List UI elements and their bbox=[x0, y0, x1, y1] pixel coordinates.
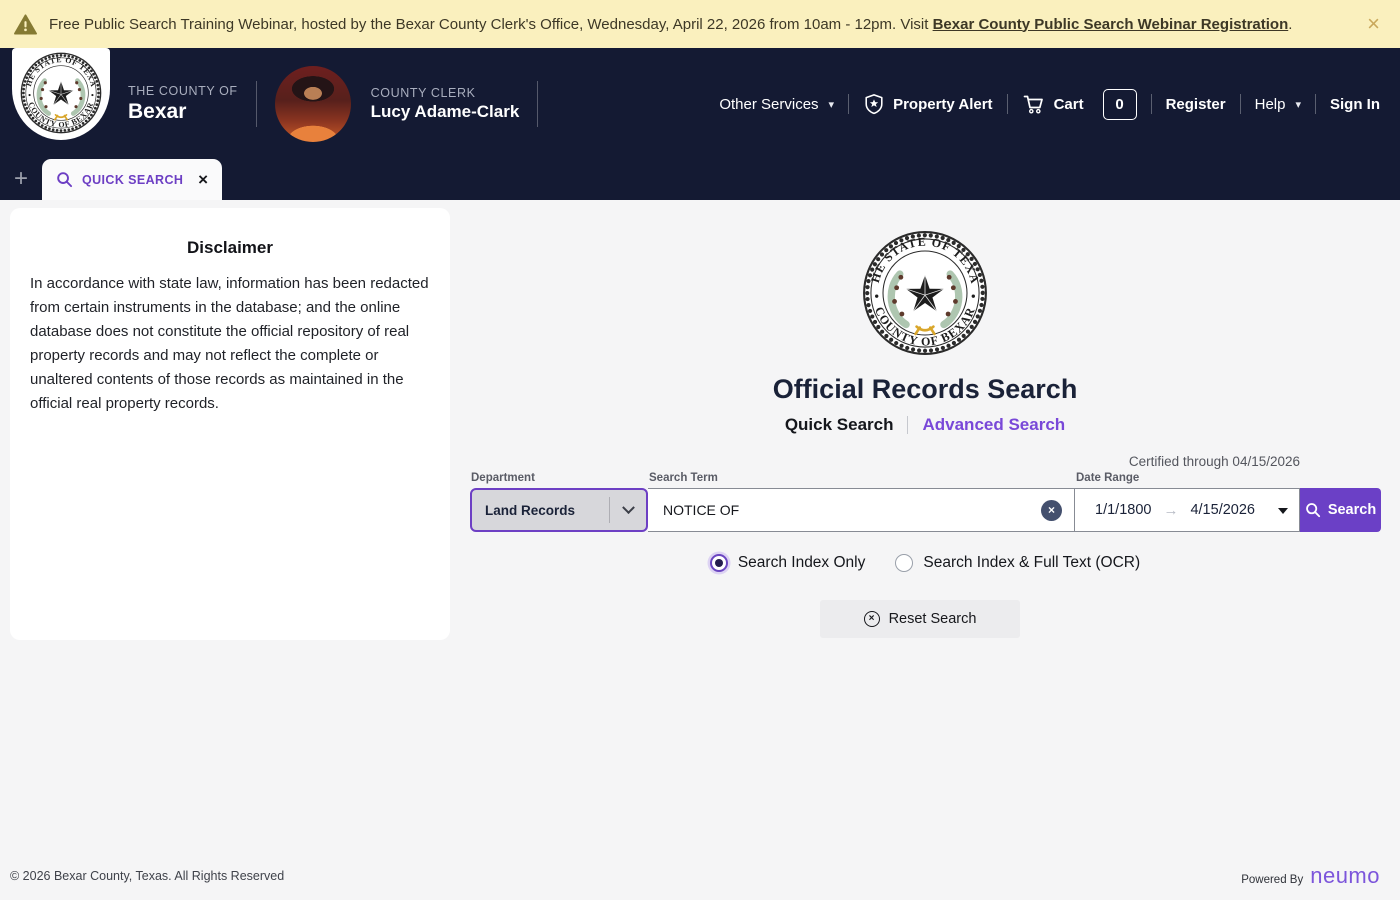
banner-text: Free Public Search Training Webinar, hos… bbox=[49, 16, 1292, 33]
search-term-field: × bbox=[648, 488, 1075, 532]
department-value: Land Records bbox=[472, 503, 609, 518]
county-name: Bexar bbox=[128, 100, 238, 124]
radio-selected-icon[interactable] bbox=[710, 554, 728, 572]
warning-icon bbox=[14, 14, 37, 35]
clerk-title-block: COUNTY CLERK Lucy Adame-Clark bbox=[371, 86, 520, 122]
webinar-registration-link[interactable]: Bexar County Public Search Webinar Regis… bbox=[933, 16, 1289, 33]
banner-text-before: Free Public Search Training Webinar, hos… bbox=[49, 16, 928, 33]
add-tab-button[interactable]: + bbox=[14, 167, 28, 191]
search-type-radios: Search Index Only Search Index & Full Te… bbox=[450, 554, 1400, 572]
department-select[interactable]: Land Records bbox=[470, 488, 648, 532]
cart-button[interactable]: Cart 0 bbox=[1022, 89, 1137, 120]
radio-index-only-label[interactable]: Search Index Only bbox=[738, 554, 866, 572]
nav-divider bbox=[848, 94, 849, 114]
reset-search-button[interactable]: × Reset Search bbox=[820, 600, 1020, 638]
date-from-value: 1/1/1800 bbox=[1095, 502, 1151, 518]
radio-search-index-only[interactable]: Search Index Only bbox=[710, 554, 866, 572]
search-mode-links: Quick Search Advanced Search bbox=[785, 415, 1065, 435]
powered-by-label: Powered By bbox=[1241, 874, 1303, 886]
cart-label: Cart bbox=[1054, 96, 1084, 113]
sign-in-label: Sign In bbox=[1330, 96, 1380, 113]
copyright-text: © 2026 Bexar County, Texas. All Rights R… bbox=[10, 869, 284, 883]
county-label: THE COUNTY OF bbox=[128, 84, 238, 98]
other-services-menu[interactable]: Other Services ▾ bbox=[719, 96, 834, 113]
search-icon bbox=[1305, 502, 1321, 518]
link-divider bbox=[907, 416, 908, 434]
property-alert-label: Property Alert bbox=[893, 96, 992, 113]
clear-search-icon[interactable]: × bbox=[1041, 500, 1062, 521]
disclaimer-panel: Disclaimer In accordance with state law,… bbox=[10, 208, 450, 640]
app-header: THE STATE OF TEXAS COUNTY OF BEXAR THE C… bbox=[0, 48, 1400, 200]
powered-by-block: Powered By neumo bbox=[1241, 863, 1380, 889]
county-title-block: THE COUNTY OF Bexar bbox=[128, 84, 238, 124]
county-seal-icon: THE STATE OF TEXAS COUNTY OF BEXAR bbox=[862, 230, 988, 356]
clerk-name: Lucy Adame-Clark bbox=[371, 102, 520, 122]
advanced-search-link[interactable]: Advanced Search bbox=[922, 415, 1065, 435]
tab-label: QUICK SEARCH bbox=[82, 173, 183, 187]
chevron-down-icon bbox=[610, 506, 646, 515]
nav-divider bbox=[1240, 94, 1241, 114]
date-to-value: 4/15/2026 bbox=[1190, 502, 1255, 518]
caret-down-icon bbox=[1278, 508, 1288, 514]
search-column: THE STATE OF TEXAS COUNTY OF BEXAR Offic… bbox=[450, 200, 1400, 435]
search-icon bbox=[56, 171, 73, 188]
clerk-avatar bbox=[275, 66, 351, 142]
reset-button-label: Reset Search bbox=[889, 611, 977, 627]
clerk-label: COUNTY CLERK bbox=[371, 86, 520, 100]
cart-icon bbox=[1022, 92, 1046, 116]
shield-star-icon bbox=[863, 93, 885, 115]
main-content: Disclaimer In accordance with state law,… bbox=[0, 200, 1400, 852]
help-label: Help bbox=[1255, 96, 1286, 113]
cart-count-badge: 0 bbox=[1103, 89, 1137, 120]
search-term-input[interactable] bbox=[648, 502, 1041, 518]
disclaimer-body: In accordance with state law, informatio… bbox=[30, 272, 430, 416]
help-menu[interactable]: Help ▾ bbox=[1255, 96, 1301, 113]
search-term-label: Search Term bbox=[649, 472, 718, 484]
department-label: Department bbox=[471, 472, 535, 484]
disclaimer-title: Disclaimer bbox=[30, 238, 430, 258]
circle-x-icon: × bbox=[864, 611, 880, 627]
date-range-picker[interactable]: 1/1/1800 → 4/15/2026 bbox=[1075, 488, 1300, 532]
radio-search-full-text[interactable]: Search Index & Full Text (OCR) bbox=[895, 554, 1140, 572]
reset-row: × Reset Search bbox=[450, 600, 1400, 638]
nav-divider bbox=[1007, 94, 1008, 114]
date-range-label: Date Range bbox=[1076, 472, 1139, 484]
banner-text-after: . bbox=[1288, 16, 1292, 33]
header-divider bbox=[537, 81, 538, 127]
certified-through-text: Certified through 04/15/2026 bbox=[1129, 454, 1300, 469]
nav-divider bbox=[1315, 94, 1316, 114]
search-form: Department Search Term Date Range Land R… bbox=[470, 472, 1381, 532]
tab-strip: + QUICK SEARCH × bbox=[0, 159, 1400, 200]
arrow-right-icon: → bbox=[1163, 502, 1178, 519]
page-title: Official Records Search bbox=[773, 374, 1078, 405]
announcement-banner: Free Public Search Training Webinar, hos… bbox=[0, 0, 1400, 48]
banner-close-icon[interactable]: × bbox=[1367, 13, 1380, 35]
radio-unselected-icon[interactable] bbox=[895, 554, 913, 572]
search-button[interactable]: Search bbox=[1300, 488, 1381, 532]
register-label: Register bbox=[1166, 96, 1226, 113]
header-nav: Other Services ▾ Property Alert Cart bbox=[719, 89, 1380, 120]
nav-divider bbox=[1151, 94, 1152, 114]
property-alert-button[interactable]: Property Alert bbox=[863, 93, 992, 115]
chevron-down-icon: ▾ bbox=[829, 98, 835, 111]
sign-in-link[interactable]: Sign In bbox=[1330, 96, 1380, 113]
official-seal: THE STATE OF TEXAS COUNTY OF BEXAR bbox=[862, 230, 988, 361]
search-button-label: Search bbox=[1328, 502, 1376, 518]
tab-close-icon[interactable]: × bbox=[198, 171, 208, 188]
register-link[interactable]: Register bbox=[1166, 96, 1226, 113]
tab-quick-search[interactable]: QUICK SEARCH × bbox=[42, 159, 222, 200]
page-footer: © 2026 Bexar County, Texas. All Rights R… bbox=[0, 852, 1400, 900]
chevron-down-icon: ▾ bbox=[1295, 98, 1301, 111]
neumo-brand-logo[interactable]: neumo bbox=[1310, 863, 1380, 889]
quick-search-link[interactable]: Quick Search bbox=[785, 415, 894, 435]
other-services-label: Other Services bbox=[719, 96, 818, 113]
radio-full-text-label[interactable]: Search Index & Full Text (OCR) bbox=[923, 554, 1140, 572]
header-divider bbox=[256, 81, 257, 127]
